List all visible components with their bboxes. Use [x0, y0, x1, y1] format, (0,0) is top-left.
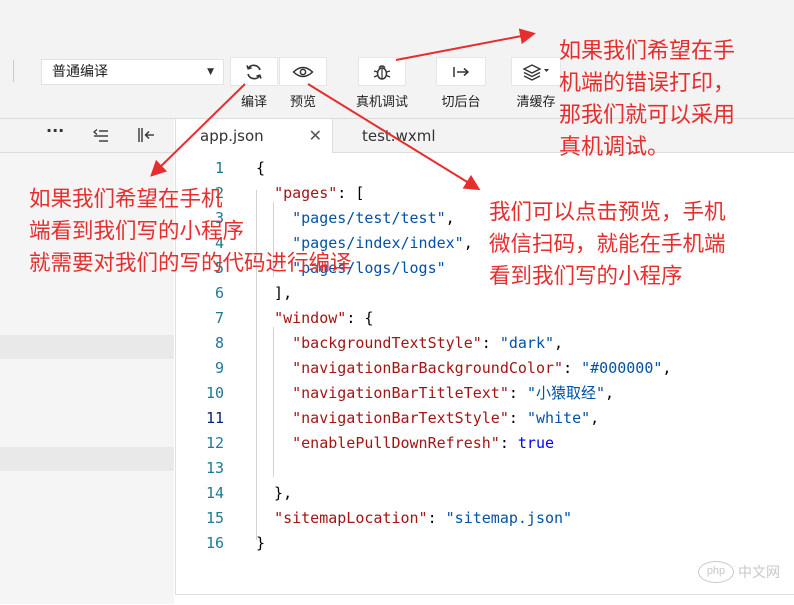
- arrow-to-device-debug: [395, 28, 536, 61]
- arrow-to-compile: [150, 83, 246, 177]
- watermark: php 中文网: [698, 561, 780, 583]
- php-logo: php: [698, 561, 734, 583]
- annotation-arrows: [150, 28, 536, 191]
- arrow-to-preview: [307, 83, 481, 191]
- watermark-text: 中文网: [738, 565, 780, 581]
